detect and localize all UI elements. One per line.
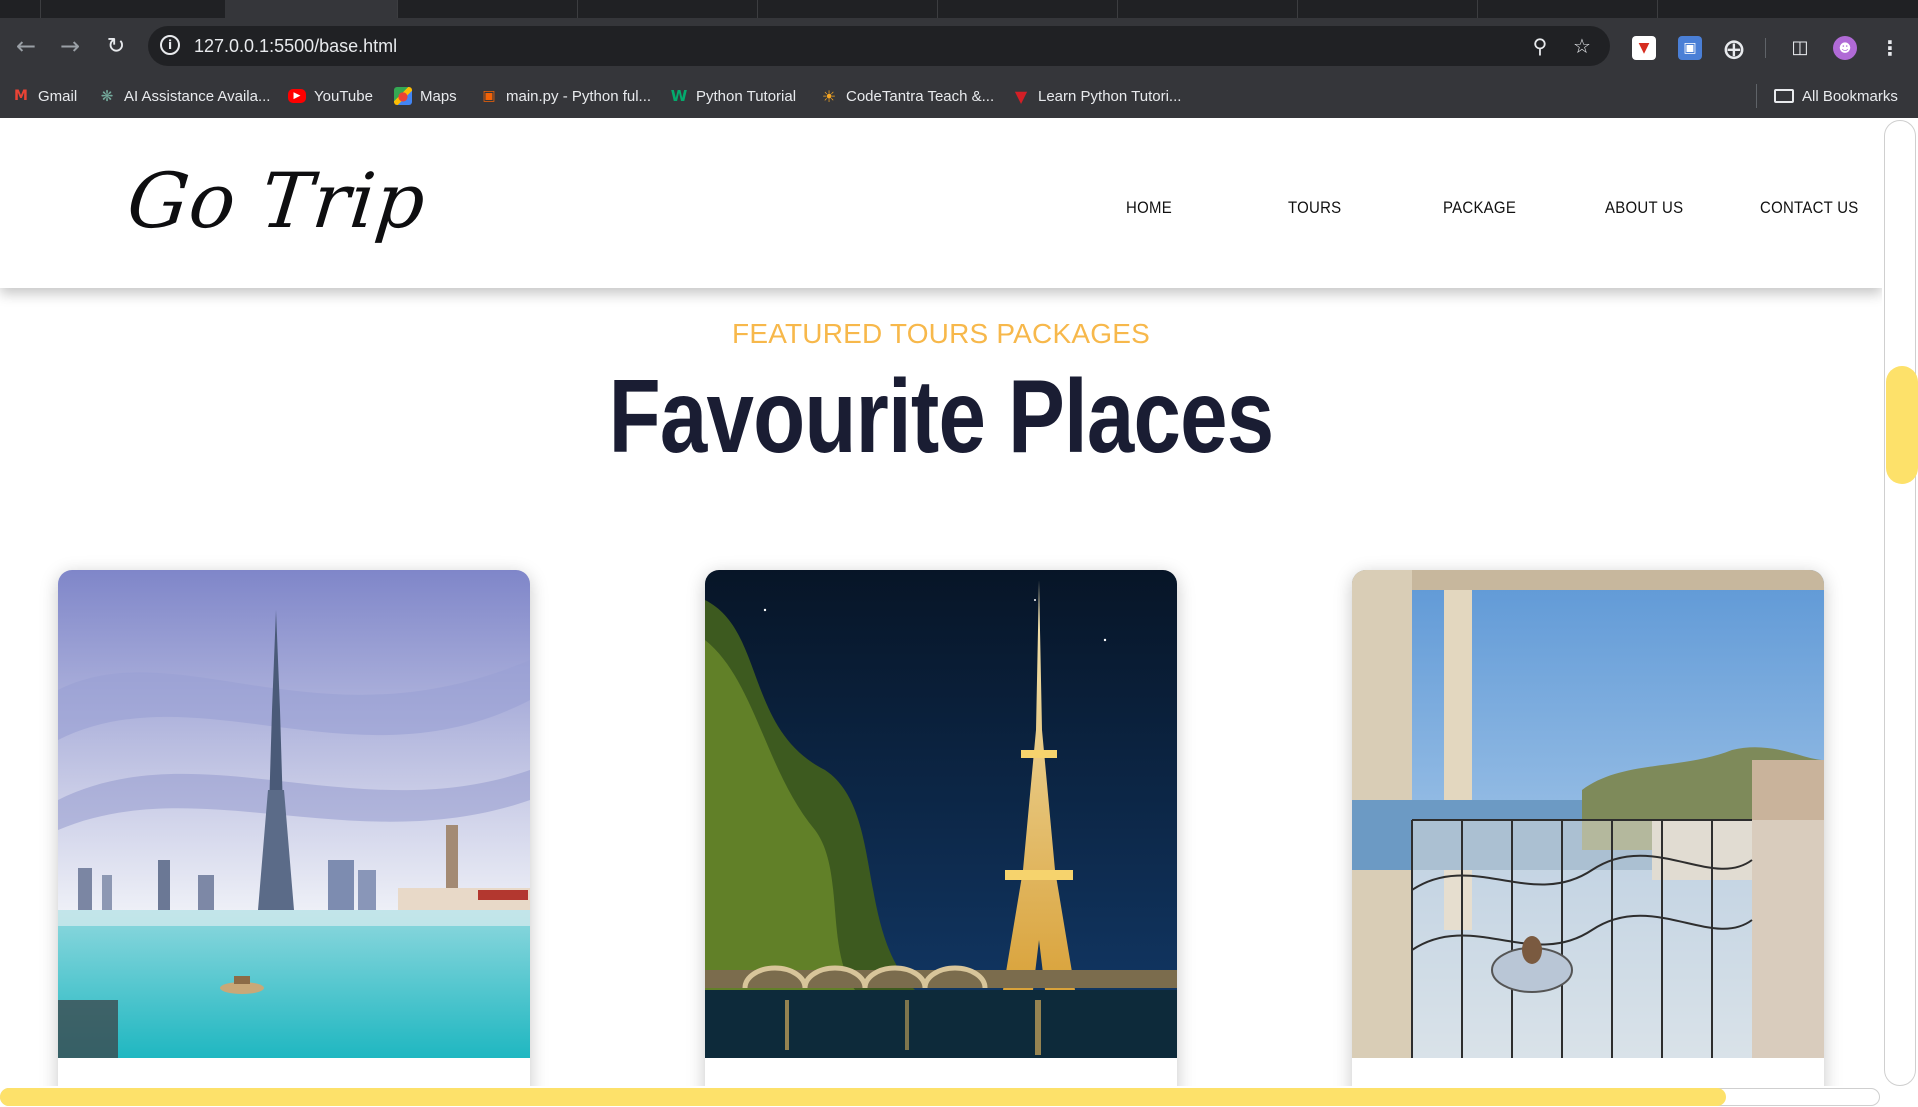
bookmarks-divider (1756, 84, 1757, 108)
zoom-icon[interactable]: ⚲ (1528, 34, 1552, 58)
bookmark-codetantra[interactable]: ☀ CodeTantra Teach &... (820, 84, 994, 108)
chatgpt-icon: ❋ (100, 87, 114, 105)
all-bookmarks-button[interactable]: All Bookmarks (1774, 84, 1898, 108)
tab[interactable] (577, 0, 758, 18)
section-title: Favourite Places (608, 359, 1275, 475)
bookmark-label: Maps (420, 87, 457, 105)
horizontal-scrollbar-thumb[interactable] (0, 1088, 1726, 1106)
place-card[interactable] (705, 570, 1177, 1107)
puzzle-extensions-icon[interactable]: ⨁ (1722, 36, 1746, 60)
bookmark-replit[interactable]: ▣ main.py - Python ful... (480, 84, 651, 108)
place-card[interactable] (58, 570, 530, 1107)
bookmark-gmail[interactable]: M Gmail (12, 84, 77, 108)
extension-icon[interactable]: ▣ (1678, 36, 1702, 60)
tab[interactable] (1297, 0, 1478, 18)
bookmark-python-tutorial[interactable]: W Python Tutorial (670, 84, 796, 108)
paris-eiffel-tower-image (705, 570, 1177, 1058)
place-card[interactable] (1352, 570, 1824, 1107)
bookmark-ai-assistance[interactable]: ❋ AI Assistance Availa... (98, 84, 271, 108)
bookmark-label: YouTube (314, 87, 373, 105)
reload-icon[interactable]: ↻ (100, 30, 132, 62)
tab[interactable] (937, 0, 1118, 18)
folder-icon (1774, 89, 1794, 103)
nav-home[interactable]: HOME (1126, 198, 1172, 218)
vertical-scrollbar-thumb[interactable] (1886, 366, 1918, 484)
browser-toolbar: ← → ↻ i 127.0.0.1:5500/base.html ⚲ ☆ ▼ ▣… (0, 18, 1918, 76)
bookmark-learn-python[interactable]: ▼ Learn Python Tutori... (1012, 84, 1182, 108)
bookmark-label: Learn Python Tutori... (1038, 87, 1182, 105)
nav-package[interactable]: PACKAGE (1443, 198, 1516, 218)
all-bookmarks-label: All Bookmarks (1802, 87, 1898, 105)
bookmark-maps[interactable]: ● Maps (394, 84, 457, 108)
youtube-icon: ▶ (288, 89, 306, 103)
tab[interactable] (0, 0, 41, 18)
bookmark-label: CodeTantra Teach &... (846, 87, 995, 105)
tab-active[interactable] (225, 0, 398, 18)
codetantra-icon: ☀ (821, 86, 837, 106)
bookmark-label: Gmail (38, 87, 78, 105)
nav-tours[interactable]: TOURS (1288, 198, 1341, 218)
nav-contact-us[interactable]: CONTACT US (1760, 198, 1859, 218)
bookmark-star-icon[interactable]: ☆ (1570, 34, 1594, 58)
url-text[interactable]: 127.0.0.1:5500/base.html (194, 36, 397, 57)
tutorialspoint-icon: ▼ (1014, 86, 1028, 106)
vertical-scrollbar[interactable] (1884, 120, 1916, 1086)
replit-icon: ▣ (482, 88, 496, 104)
address-bar[interactable]: i 127.0.0.1:5500/base.html ⚲ ☆ (148, 26, 1610, 66)
nav-about-us[interactable]: ABOUT US (1605, 198, 1683, 218)
menu-dots-icon[interactable]: ⋮ (1878, 36, 1902, 60)
section-subtitle: FEATURED TOURS PACKAGES (732, 318, 1150, 349)
forward-arrow-icon[interactable]: → (54, 30, 86, 62)
web-page: Go Trip HOME TOURS PACKAGE ABOUT US CONT… (0, 118, 1882, 1107)
profile-avatar-icon[interactable]: ☻ (1833, 36, 1857, 60)
maps-icon: ● (394, 87, 412, 105)
gmail-icon: M (14, 88, 28, 104)
bookmark-youtube[interactable]: ▶ YouTube (288, 84, 373, 108)
tab[interactable] (757, 0, 938, 18)
tab[interactable] (1477, 0, 1658, 18)
bookmark-label: main.py - Python ful... (506, 87, 652, 105)
dubai-burj-khalifa-image (58, 570, 530, 1058)
side-panel-icon[interactable]: ◫ (1788, 36, 1812, 60)
pocket-extension-icon[interactable]: ▼ (1632, 36, 1656, 60)
back-arrow-icon[interactable]: ← (10, 30, 42, 62)
tab[interactable] (397, 0, 578, 18)
monaco-balcony-image (1352, 570, 1824, 1058)
w3schools-icon: W (670, 87, 688, 105)
site-logo[interactable]: Go Trip (123, 156, 430, 245)
site-header: Go Trip HOME TOURS PACKAGE ABOUT US CONT… (0, 118, 1882, 288)
tab[interactable] (40, 0, 226, 18)
bookmark-label: AI Assistance Availa... (124, 87, 271, 105)
toolbar-divider (1765, 38, 1766, 58)
bookmark-label: Python Tutorial (696, 87, 797, 105)
tab-strip (0, 0, 1918, 18)
bookmarks-bar: M Gmail ❋ AI Assistance Availa... ▶ YouT… (0, 76, 1918, 118)
tab[interactable] (1117, 0, 1298, 18)
site-info-icon[interactable]: i (160, 35, 180, 55)
